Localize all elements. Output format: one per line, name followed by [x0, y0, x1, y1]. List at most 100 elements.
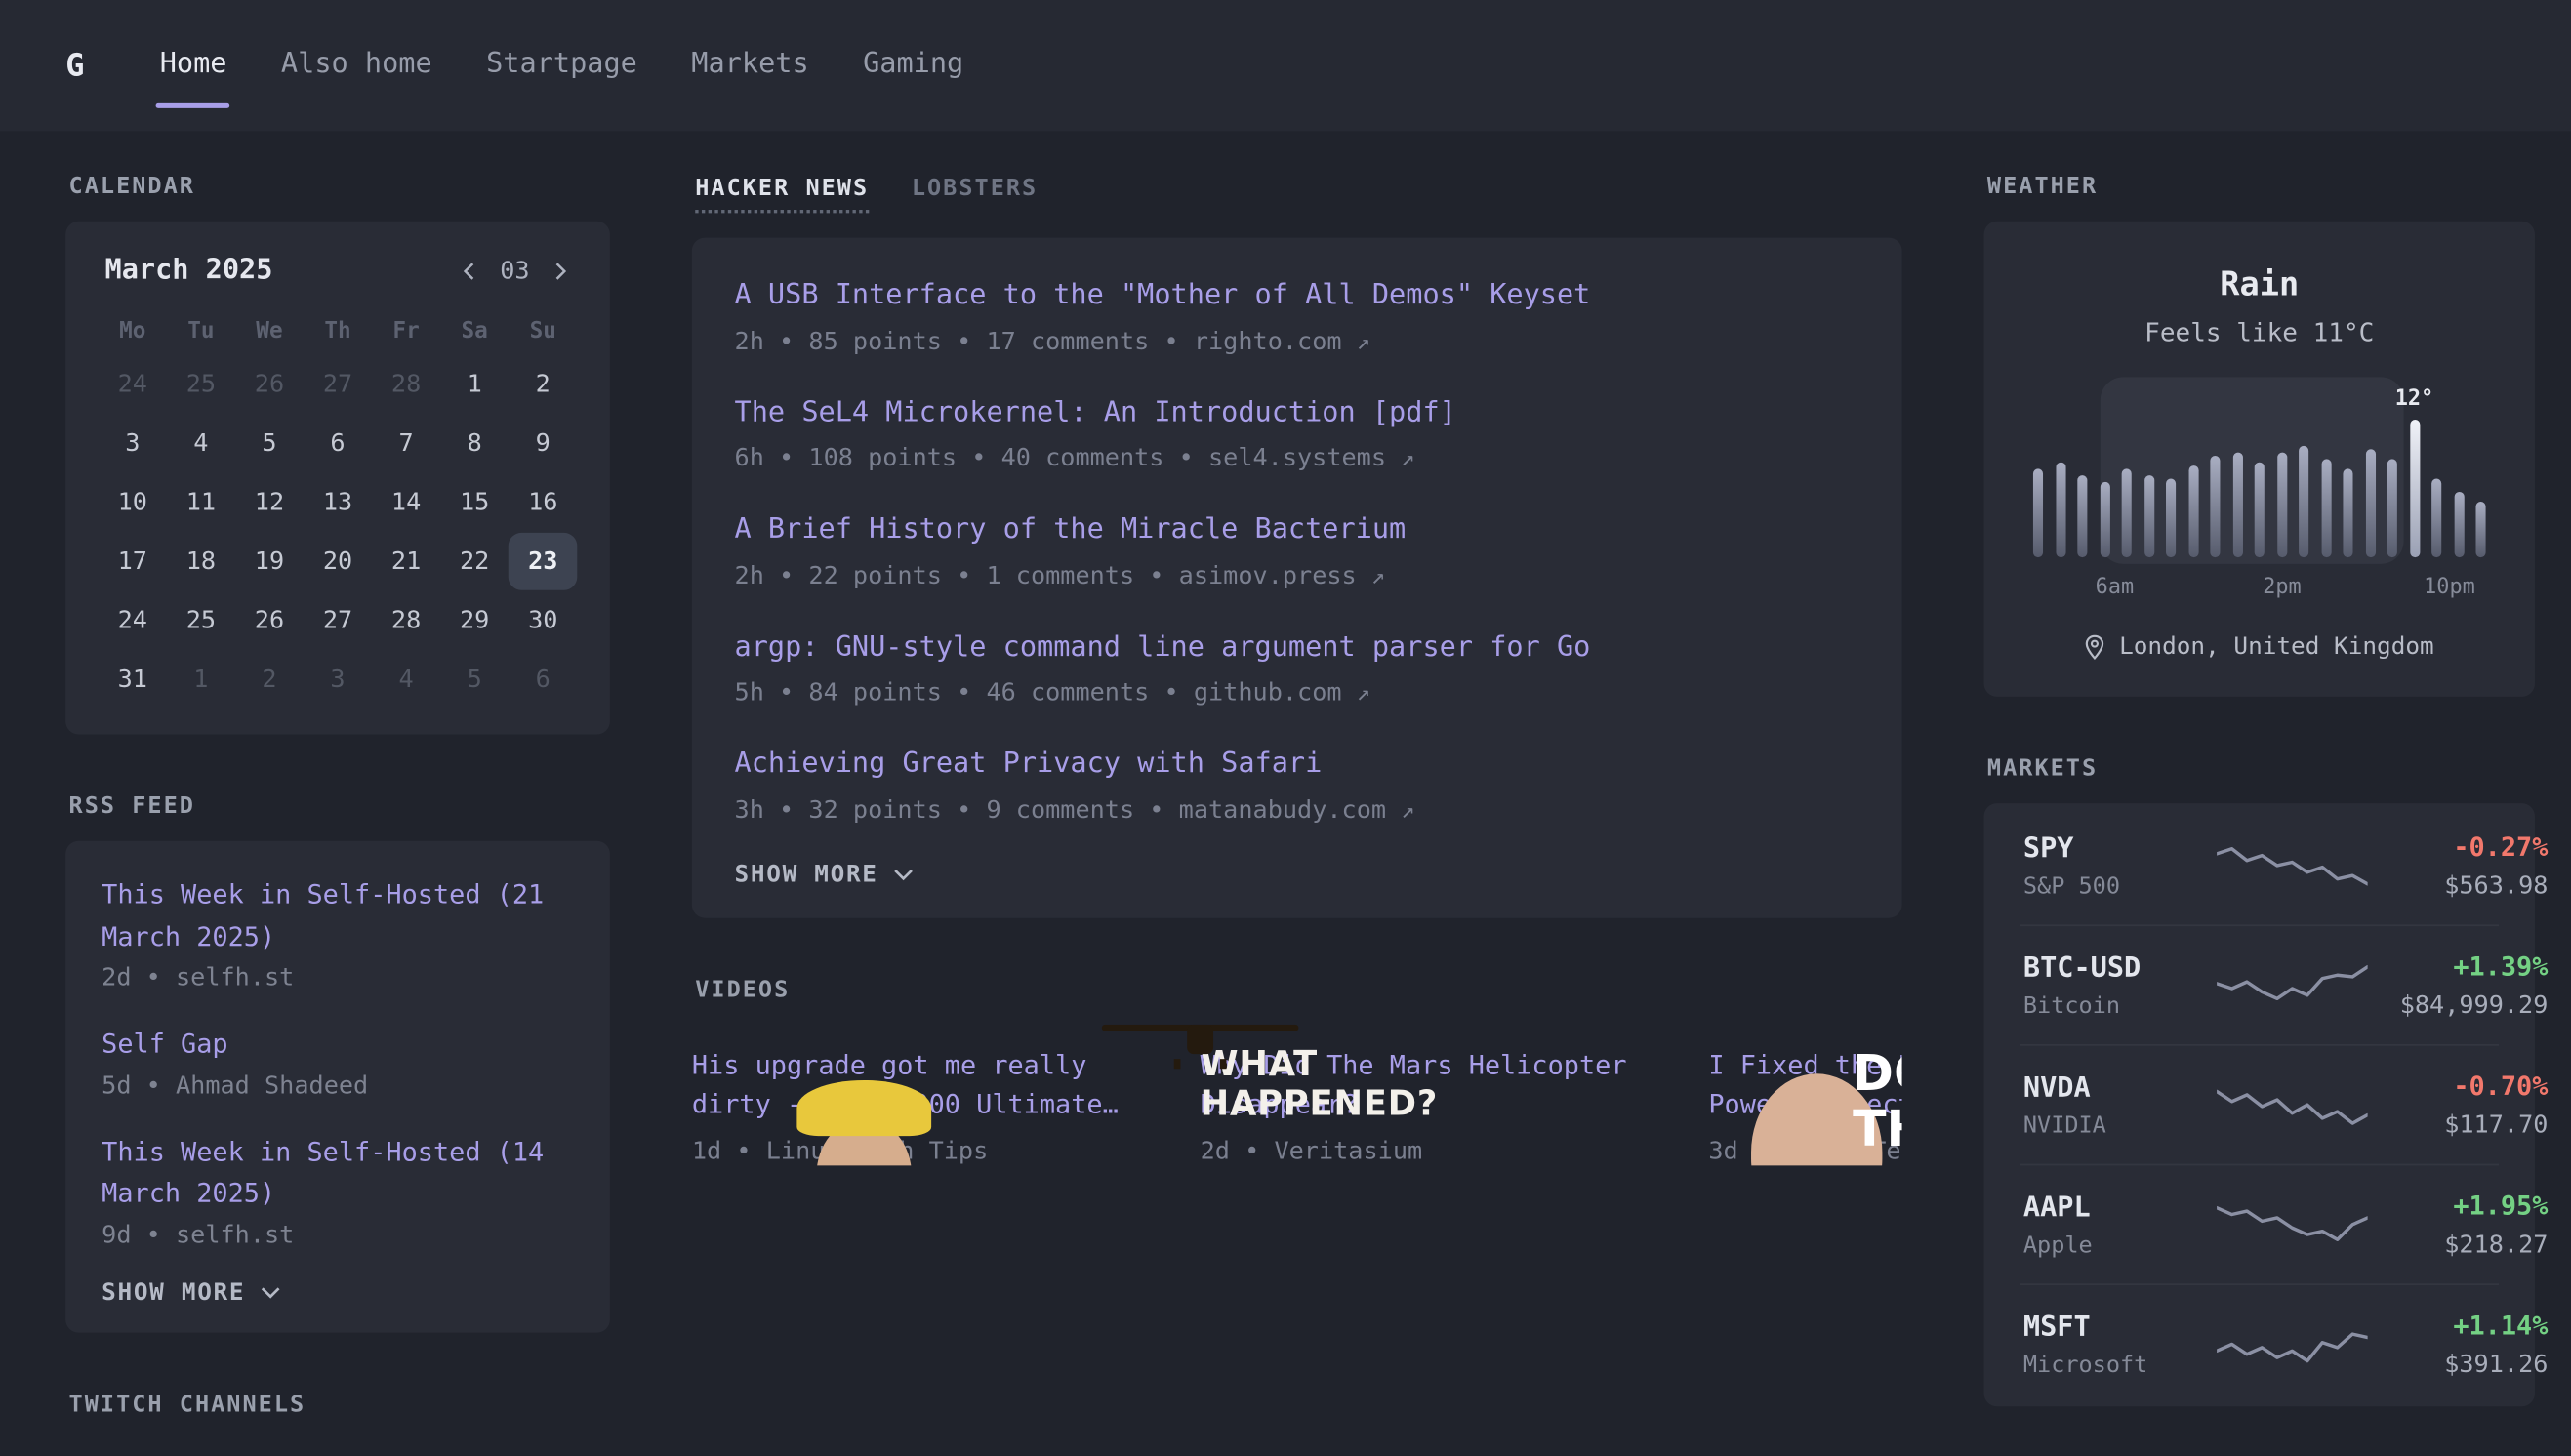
news-story-source-link[interactable]: matanabudy.com ↗ — [1179, 794, 1415, 824]
calendar-day[interactable]: 29 — [440, 591, 509, 649]
market-symbol-block: AAPLApple — [2023, 1191, 2217, 1258]
calendar-day[interactable]: 2 — [509, 356, 577, 414]
news-tab-hacker-news[interactable]: HACKER NEWS — [695, 176, 869, 214]
news-story-link[interactable]: The SeL4 Microkernel: An Introduction [p… — [735, 392, 1859, 434]
calendar-day[interactable]: 14 — [372, 473, 440, 531]
weather-bar — [2188, 465, 2198, 557]
calendar-day[interactable]: 20 — [304, 533, 372, 590]
calendar-day[interactable]: 2 — [235, 651, 304, 708]
rss-show-more-button[interactable]: SHOW MORE — [102, 1280, 279, 1307]
nav-tab-startpage[interactable]: Startpage — [486, 0, 637, 131]
calendar-day[interactable]: 4 — [372, 651, 440, 708]
market-row[interactable]: SPYS&P 500-0.27%$563.98 — [2020, 806, 2500, 924]
nav-tab-also-home[interactable]: Also home — [281, 0, 432, 131]
market-row[interactable]: BTC-USDBitcoin+1.39%$84,999.29 — [2020, 924, 2500, 1044]
calendar-day[interactable]: 8 — [440, 415, 509, 472]
calendar-day[interactable]: 25 — [167, 591, 235, 649]
calendar-day[interactable]: 24 — [99, 591, 167, 649]
news-story-source-link[interactable]: asimov.press ↗ — [1179, 560, 1385, 589]
news-story-source-link[interactable]: sel4.systems ↗ — [1208, 443, 1414, 472]
calendar-day[interactable]: 28 — [372, 356, 440, 414]
calendar-day[interactable]: 26 — [235, 356, 304, 414]
calendar-day[interactable]: 13 — [304, 473, 372, 531]
calendar-day[interactable]: 3 — [99, 415, 167, 472]
calendar-prev-icon[interactable] — [459, 260, 480, 281]
calendar-weekday-label: Tu — [167, 306, 235, 355]
calendar-day[interactable]: 7 — [372, 415, 440, 472]
weather-widget: Rain Feels like 11°C 12° 6am2pm10pm Lond… — [1984, 222, 2535, 697]
weather-bar — [2100, 482, 2109, 557]
news-story: A Brief History of the Miracle Bacterium… — [735, 509, 1859, 588]
app-logo[interactable]: G — [65, 48, 84, 84]
calendar-day[interactable]: 21 — [372, 533, 440, 590]
rss-item-meta: 9d • selfh.st — [102, 1220, 574, 1249]
video-title-link[interactable]: His upgrade got me really dirty - AMD $5… — [692, 1045, 1177, 1126]
video-card: DO TH TI Fixed the 5 Power Connect3d • L… — [1708, 1024, 1901, 1165]
videos-carousel: YUCK↙His upgrade got me really dirty - A… — [692, 1024, 1902, 1165]
calendar-day[interactable]: 11 — [167, 473, 235, 531]
calendar-day[interactable]: 17 — [99, 533, 167, 590]
calendar-day[interactable]: 16 — [509, 473, 577, 531]
calendar-next-icon[interactable] — [550, 260, 571, 281]
calendar-day[interactable]: 31 — [99, 651, 167, 708]
calendar-day[interactable]: 26 — [235, 591, 304, 649]
calendar-day[interactable]: 24 — [99, 356, 167, 414]
calendar-day[interactable]: 6 — [509, 651, 577, 708]
market-change: +1.95% — [2368, 1191, 2549, 1222]
nav-tab-gaming[interactable]: Gaming — [863, 0, 963, 131]
rss-item-link[interactable]: This Week in Self-Hosted (14 March 2025) — [102, 1131, 574, 1215]
news-story-source-link[interactable]: righto.com ↗ — [1194, 325, 1370, 354]
news-show-more-button[interactable]: SHOW MORE — [735, 862, 913, 888]
calendar-controls: 03 — [459, 256, 570, 285]
dashboard-columns: CALENDAR March 2025 03 MoTuWeThFrSaSu — [0, 131, 2571, 1438]
calendar-day[interactable]: 1 — [167, 651, 235, 708]
calendar-day[interactable]: 6 — [304, 415, 372, 472]
rss-item-link[interactable]: This Week in Self-Hosted (21 March 2025) — [102, 873, 574, 957]
calendar-day[interactable]: 28 — [372, 591, 440, 649]
calendar-day[interactable]: 15 — [440, 473, 509, 531]
nav-tab-markets[interactable]: Markets — [691, 0, 808, 131]
news-story-link[interactable]: Achieving Great Privacy with Safari — [735, 745, 1859, 787]
nav-tabs: Home Also home Startpage Markets Gaming — [160, 0, 1018, 131]
weather-bar — [2365, 449, 2375, 557]
market-sparkline — [2217, 1078, 2368, 1131]
weather-bar — [2210, 456, 2220, 557]
weather-bar — [2431, 479, 2441, 558]
news-tab-lobsters[interactable]: LOBSTERS — [912, 176, 1038, 214]
calendar-day[interactable]: 18 — [167, 533, 235, 590]
market-symbol-block: MSFTMicrosoft — [2023, 1311, 2217, 1378]
news-story-link[interactable]: A USB Interface to the "Mother of All De… — [735, 275, 1859, 317]
news-story-link[interactable]: argp: GNU-style command line argument pa… — [735, 627, 1859, 669]
calendar-day[interactable]: 10 — [99, 473, 167, 531]
calendar-day[interactable]: 5 — [440, 651, 509, 708]
market-symbol-block: NVDANVIDIA — [2023, 1072, 2217, 1139]
calendar-day[interactable]: 27 — [304, 356, 372, 414]
market-values-block: +1.39%$84,999.29 — [2368, 950, 2549, 1020]
weather-bar — [2166, 479, 2176, 558]
calendar-day[interactable]: 19 — [235, 533, 304, 590]
calendar-day[interactable]: 9 — [509, 415, 577, 472]
calendar-day[interactable]: 3 — [304, 651, 372, 708]
calendar-day-grid: 2425262728123456789101112131415161718192… — [99, 356, 578, 708]
nav-tab-home[interactable]: Home — [160, 0, 227, 131]
calendar-day[interactable]: 22 — [440, 533, 509, 590]
market-row[interactable]: NVDANVIDIA-0.70%$117.70 — [2020, 1044, 2500, 1164]
market-symbol-block: BTC-USDBitcoin — [2023, 951, 2217, 1019]
calendar-day[interactable]: 4 — [167, 415, 235, 472]
market-row[interactable]: MSFTMicrosoft+1.14%$391.26 — [2020, 1283, 2500, 1403]
show-more-label: SHOW MORE — [735, 862, 878, 888]
calendar-day[interactable]: 25 — [167, 356, 235, 414]
weather-location: London, United Kingdom — [2023, 634, 2496, 661]
calendar-day-selected[interactable]: 23 — [509, 533, 577, 590]
calendar-day[interactable]: 12 — [235, 473, 304, 531]
market-row[interactable]: AAPLApple+1.95%$218.27 — [2020, 1164, 2500, 1284]
news-story-link[interactable]: A Brief History of the Miracle Bacterium — [735, 509, 1859, 551]
news-story-source-link[interactable]: github.com ↗ — [1194, 677, 1370, 707]
rss-feed-widget: This Week in Self-Hosted (21 March 2025)… — [65, 841, 610, 1333]
calendar-day[interactable]: 1 — [440, 356, 509, 414]
rss-item-link[interactable]: Self Gap — [102, 1024, 574, 1066]
calendar-day[interactable]: 5 — [235, 415, 304, 472]
calendar-day[interactable]: 30 — [509, 591, 577, 649]
calendar-day[interactable]: 27 — [304, 591, 372, 649]
weather-bar — [2122, 468, 2132, 557]
